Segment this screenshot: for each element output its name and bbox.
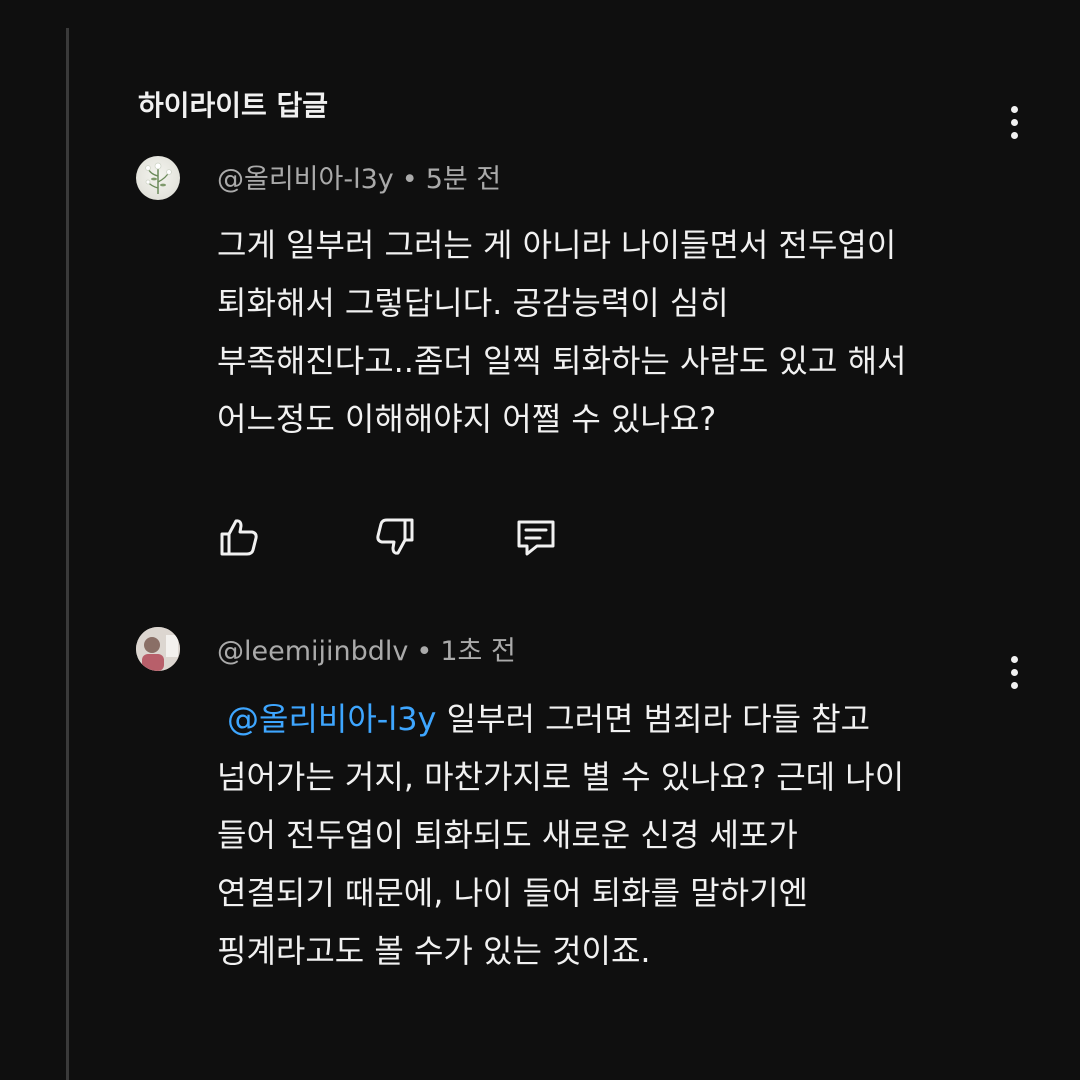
comment-reply-icon: [517, 520, 555, 556]
more-vert-icon-dot: [1010, 131, 1018, 139]
comment-text-line: 넘어가는 거지, 마찬가지로 별 수 있나요? 근데 나이: [217, 758, 905, 796]
thumbs-up-icon: [220, 519, 258, 556]
avatar[interactable]: [136, 627, 180, 671]
dislike-button[interactable]: [370, 512, 420, 562]
more-vert-icon-dot: [1010, 681, 1018, 689]
thread-connector-line: [66, 28, 69, 1080]
avatar[interactable]: [136, 156, 180, 200]
more-vert-icon-dot: [1010, 118, 1018, 126]
more-options-button[interactable]: [999, 650, 1029, 694]
comment-author[interactable]: @올리비아-l3y: [217, 164, 394, 195]
mention-link[interactable]: @올리비아-l3y: [227, 700, 437, 738]
comment-text-line: 어느정도 이해해야지 어쩔 수 있나요?: [217, 400, 717, 438]
meta-separator: •: [401, 164, 418, 195]
more-vert-icon: [1010, 105, 1018, 113]
comment-text-line: 부족해진다고..좀더 일찍 퇴화하는 사람도 있고 해서: [217, 342, 907, 380]
comment-meta: @올리비아-l3y • 5분 전: [217, 160, 501, 200]
meta-separator: •: [416, 636, 433, 667]
comment-body: 그게 일부러 그러는 게 아니라 나이들면서 전두엽이 퇴화해서 그렇답니다. …: [217, 216, 1017, 448]
comment-meta: @leemijinbdlv • 1초 전: [217, 632, 516, 672]
comment-text-line: 그게 일부러 그러는 게 아니라 나이들면서 전두엽이: [217, 226, 897, 264]
comment-text-line: 연결되기 때문에, 나이 들어 퇴화를 말하기엔: [217, 874, 808, 912]
avatar-photo-image: [136, 627, 180, 671]
thumbs-down-icon: [376, 518, 414, 555]
comment-text-segment: 일부러 그러면 범죄라 다들 참고: [436, 700, 871, 738]
comment-body: @올리비아-l3y 일부러 그러면 범죄라 다들 참고 넘어가는 거지, 마찬가…: [217, 690, 1017, 980]
comment-text-line: 들어 전두엽이 퇴화되도 새로운 신경 세포가: [217, 816, 798, 854]
section-title: 하이라이트 답글: [138, 89, 329, 122]
more-options-button[interactable]: [999, 100, 1029, 144]
comment-text-line: 퇴화해서 그렇답니다. 공감능력이 심히: [217, 284, 729, 322]
comment-author[interactable]: @leemijinbdlv: [217, 636, 408, 667]
comment-text-line: 핑계라고도 볼 수가 있는 것이죠.: [217, 932, 651, 970]
more-vert-icon-dot: [1010, 668, 1018, 676]
avatar-flower-image: [145, 162, 172, 194]
comment-text-line: @올리비아-l3y 일부러 그러면 범죄라 다들 참고: [217, 690, 1017, 748]
comment-timestamp[interactable]: 5분 전: [426, 164, 501, 195]
like-button[interactable]: [214, 512, 264, 562]
comment-actions: [214, 512, 574, 562]
comment-timestamp[interactable]: 1초 전: [440, 636, 515, 667]
reply-button[interactable]: [511, 512, 561, 562]
more-vert-icon: [1010, 655, 1018, 663]
